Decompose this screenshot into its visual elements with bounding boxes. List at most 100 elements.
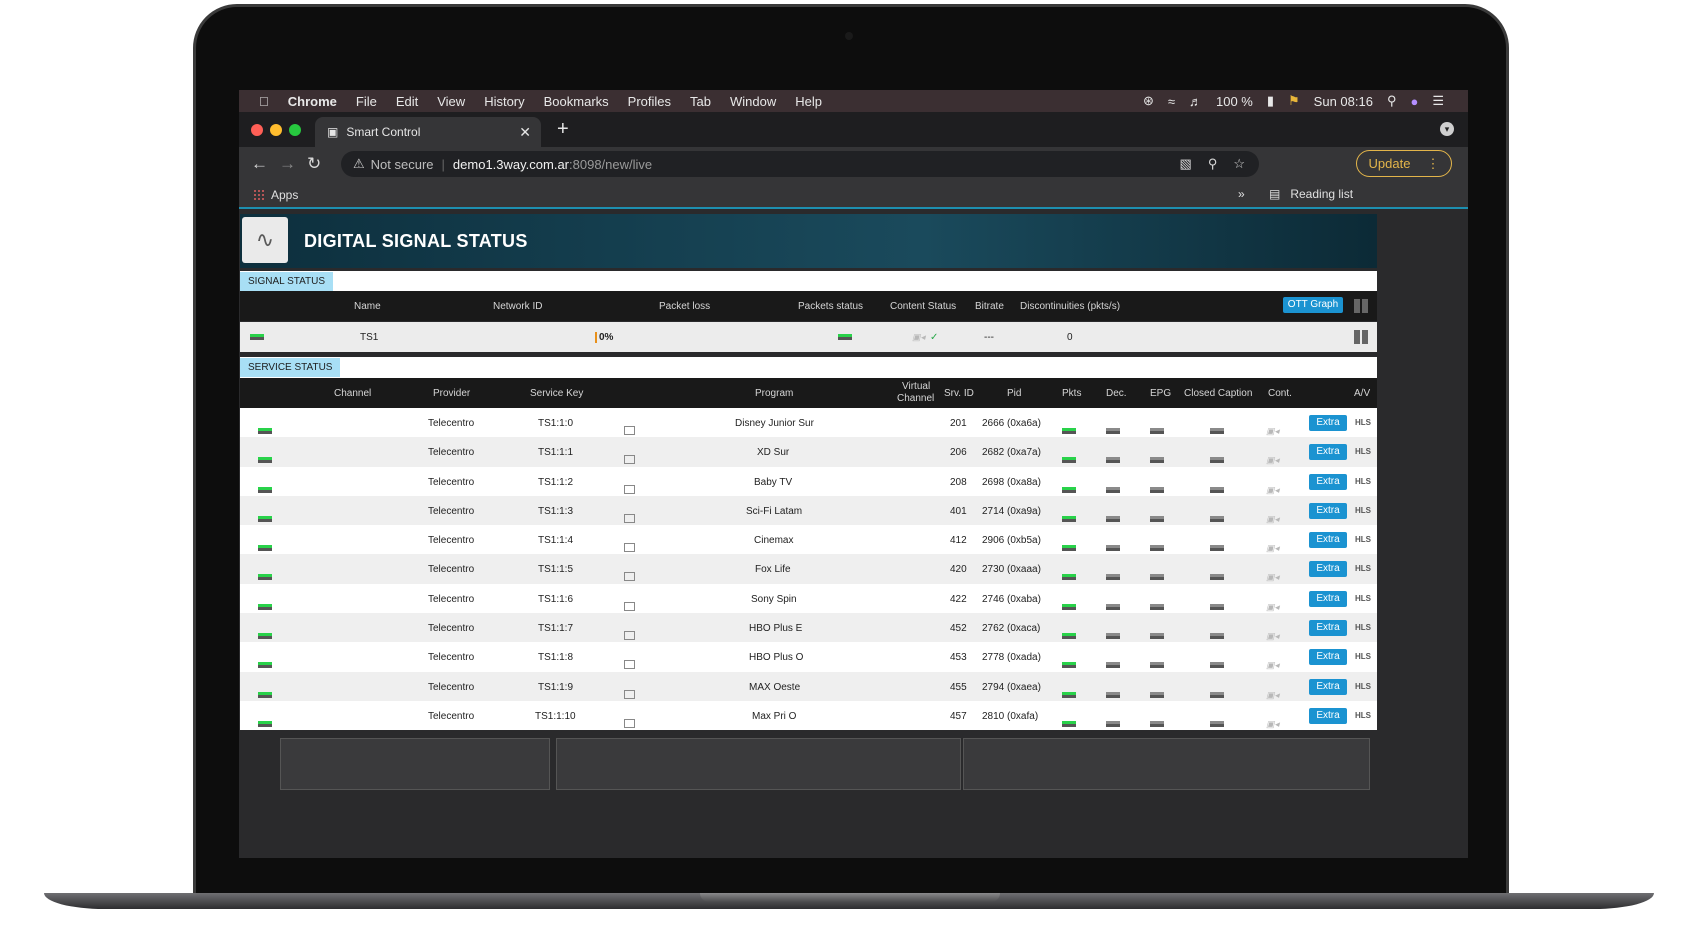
extra-button[interactable]: Extra	[1309, 561, 1347, 578]
table-row[interactable]: Telecentro TS1:1:9 MAX Oeste 455 2794 (0…	[240, 671, 1377, 701]
extra-button[interactable]: Extra	[1309, 444, 1347, 461]
hls-badge[interactable]: HLS	[1355, 535, 1371, 544]
warning-icon[interactable]: ⚠	[353, 156, 365, 172]
table-row[interactable]: Telecentro TS1:1:8 HBO Plus O 453 2778 (…	[240, 642, 1377, 672]
extra-button[interactable]: Extra	[1309, 649, 1347, 666]
address-bar[interactable]: ⚠ Not secure | demo1.3way.com.ar :8098/n…	[341, 151, 1259, 177]
signal-row[interactable]: TS1 0% ▣◂ ✓ --- 0	[240, 322, 1377, 352]
extra-button[interactable]: Extra	[1309, 707, 1347, 724]
back-icon[interactable]: ←	[251, 154, 268, 174]
menu-edit[interactable]: Edit	[396, 94, 418, 109]
extra-button[interactable]: Extra	[1309, 678, 1347, 695]
table-row[interactable]: Telecentro TS1:1:10 Max Pri O 457 2810 (…	[240, 700, 1377, 731]
hls-badge[interactable]: HLS	[1355, 594, 1371, 603]
service-program: Max Pri O	[752, 710, 797, 722]
service-pid: 2794 (0xaea)	[982, 681, 1041, 693]
camera-dot	[845, 32, 853, 40]
hls-badge[interactable]: HLS	[1355, 711, 1371, 720]
menu-bookmarks[interactable]: Bookmarks	[544, 94, 609, 109]
table-row[interactable]: Telecentro TS1:1:3 Sci-Fi Latam 401 2714…	[240, 495, 1377, 526]
siri-icon[interactable]: ●	[1410, 94, 1418, 109]
apps-grid-icon	[253, 189, 265, 201]
table-row[interactable]: Telecentro TS1:1:7 HBO Plus E 452 2762 (…	[240, 613, 1377, 643]
hls-badge[interactable]: HLS	[1355, 623, 1371, 632]
close-window-icon[interactable]	[251, 124, 263, 136]
hls-badge[interactable]: HLS	[1355, 477, 1371, 486]
menu-help[interactable]: Help	[795, 94, 822, 109]
service-key: TS1:1:3	[538, 505, 574, 517]
service-srv-id: 453	[950, 652, 967, 664]
table-row[interactable]: Telecentro TS1:1:6 Sony Spin 422 2746 (0…	[240, 583, 1377, 614]
new-tab-icon[interactable]: +	[557, 118, 569, 141]
table-row[interactable]: Telecentro TS1:1:2 Baby TV 208 2698 (0xa…	[240, 466, 1377, 496]
volume-icon[interactable]: ♬	[1189, 94, 1202, 109]
header-banner: ∿ DIGITAL SIGNAL STATUS	[240, 214, 1377, 268]
signal-details-icon[interactable]	[1354, 330, 1368, 344]
grid-view-icon[interactable]	[1354, 299, 1368, 313]
battery-text[interactable]: 100 %	[1216, 94, 1253, 109]
ott-graph-button[interactable]: OTT Graph	[1283, 297, 1343, 313]
menu-view[interactable]: View	[437, 94, 465, 109]
minimize-window-icon[interactable]	[270, 124, 282, 136]
tab-search-icon[interactable]: ▾	[1440, 122, 1454, 136]
battery-icon[interactable]: ▮	[1267, 93, 1274, 109]
forward-icon[interactable]: →	[279, 154, 296, 174]
table-row[interactable]: Telecentro TS1:1:5 Fox Life 420 2730 (0x…	[240, 554, 1377, 584]
table-row[interactable]: Telecentro TS1:1:1 XD Sur 206 2682 (0xa7…	[240, 437, 1377, 467]
table-row[interactable]: Telecentro TS1:1:4 Cinemax 412 2906 (0xb…	[240, 525, 1377, 555]
signal-status-section: SIGNAL STATUS	[240, 271, 1377, 291]
url-separator: |	[441, 156, 445, 172]
extra-button[interactable]: Extra	[1309, 502, 1347, 519]
hls-badge[interactable]: HLS	[1355, 506, 1371, 515]
menu-history[interactable]: History	[484, 94, 524, 109]
translate-icon[interactable]: ▧	[1180, 156, 1192, 172]
table-row[interactable]: Telecentro TS1:1:0 Disney Junior Sur 201…	[240, 408, 1377, 438]
page-content: ∿ DIGITAL SIGNAL STATUS SIGNAL STATUS Na…	[239, 211, 1468, 858]
spotlight-icon[interactable]: ⚲	[1387, 93, 1397, 109]
hls-badge[interactable]: HLS	[1355, 418, 1371, 427]
control-center-icon[interactable]: ☰	[1432, 93, 1444, 109]
apps-bookmark[interactable]: Apps	[253, 188, 298, 202]
not-secure-label[interactable]: Not secure	[371, 157, 434, 172]
menu-file[interactable]: File	[356, 94, 377, 109]
zoom-icon[interactable]: ⚲	[1208, 156, 1218, 172]
browser-tabbar: ▣ Smart Control ✕ + ▾	[239, 112, 1468, 147]
clock[interactable]: Sun 08:16	[1314, 94, 1373, 109]
browser-tab[interactable]: ▣ Smart Control ✕	[315, 117, 541, 147]
hls-badge[interactable]: HLS	[1355, 682, 1371, 691]
tab-close-icon[interactable]: ✕	[519, 124, 531, 141]
signal-status-tab[interactable]: SIGNAL STATUS	[240, 272, 334, 291]
signal-header-row: Name Network ID Packet loss Packets stat…	[240, 291, 1377, 321]
reading-list-button[interactable]: ▤ Reading list	[1269, 187, 1353, 201]
wifi-icon[interactable]: ≈	[1168, 94, 1175, 109]
service-key: TS1:1:6	[538, 593, 574, 605]
reload-icon[interactable]: ↻	[307, 154, 321, 174]
service-status-tab[interactable]: SERVICE STATUS	[240, 358, 341, 377]
hls-badge[interactable]: HLS	[1355, 447, 1371, 456]
extra-button[interactable]: Extra	[1309, 415, 1347, 431]
flag-icon[interactable]: ⚑	[1288, 93, 1300, 109]
service-program: Sci-Fi Latam	[746, 505, 803, 517]
bluetooth-icon[interactable]: ⊛	[1143, 93, 1154, 109]
menu-app-name[interactable]: Chrome	[288, 94, 337, 109]
extra-button[interactable]: Extra	[1309, 590, 1347, 607]
hls-badge[interactable]: HLS	[1355, 652, 1371, 661]
service-pid: 2762 (0xaca)	[982, 623, 1041, 635]
menu-tab[interactable]: Tab	[690, 94, 711, 109]
menu-window[interactable]: Window	[730, 94, 776, 109]
apple-icon[interactable]: 	[259, 94, 269, 109]
update-button[interactable]: Update ⋮	[1356, 150, 1452, 177]
menu-profiles[interactable]: Profiles	[628, 94, 671, 109]
extra-button[interactable]: Extra	[1309, 532, 1347, 549]
service-srv-id: 457	[950, 710, 967, 722]
col-packets-status: Packets status	[798, 301, 864, 312]
hls-badge[interactable]: HLS	[1355, 564, 1371, 573]
maximize-window-icon[interactable]	[289, 124, 301, 136]
extra-button[interactable]: Extra	[1309, 620, 1347, 637]
service-provider: Telecentro	[428, 476, 475, 488]
signal-bitrate: ---	[984, 332, 994, 343]
more-bookmarks-icon[interactable]: »	[1238, 187, 1245, 201]
service-key: TS1:1:7	[538, 623, 574, 635]
bookmark-star-icon[interactable]: ☆	[1233, 156, 1245, 172]
extra-button[interactable]: Extra	[1309, 473, 1347, 490]
